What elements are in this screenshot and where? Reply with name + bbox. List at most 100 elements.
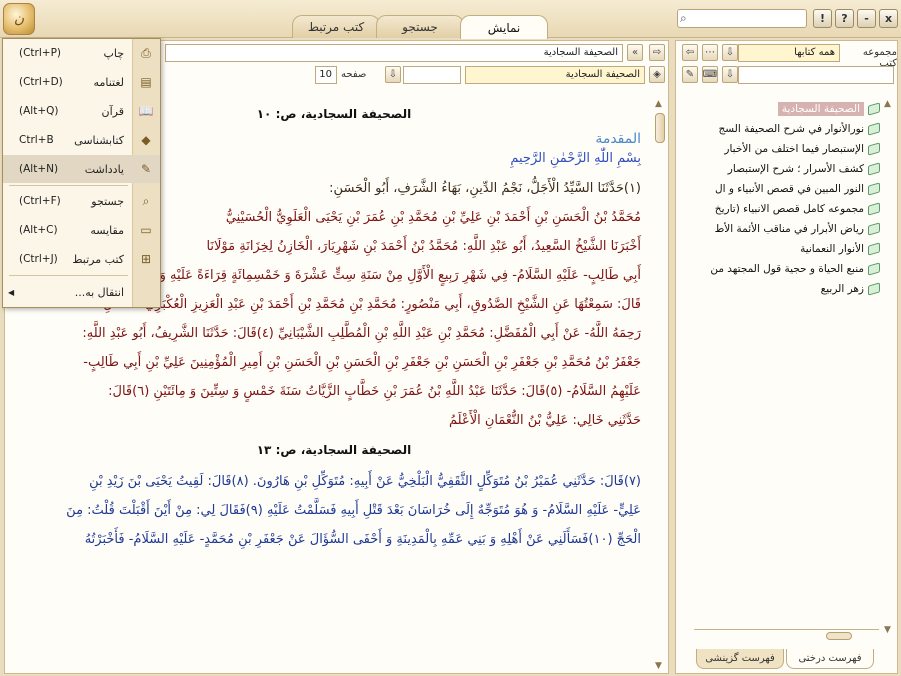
tree-item[interactable]: مجموعه كامل قصص الانبياء (تاريخ <box>680 199 880 219</box>
scroll-thumb[interactable] <box>655 113 665 143</box>
note-icon: ✎ <box>140 162 152 176</box>
bibliography-icon: ◆ <box>141 133 151 147</box>
info-button[interactable]: ! <box>813 9 832 28</box>
text-line: الْحَجِّ (١٠)فَسَأَلَنِي عَنْ أَهْلِهِ و… <box>84 532 641 547</box>
tree-search-input[interactable] <box>738 66 894 84</box>
menu-separator <box>9 275 128 276</box>
text-line: رَحِمَهُ اللَّهُ- عَنْ أَبِي الْمُفَضَّل… <box>82 326 641 341</box>
tree-item[interactable]: زهر الربيع <box>680 279 880 299</box>
menu-label: جستجو <box>91 194 124 208</box>
scroll-down-icon[interactable]: ▼ <box>655 661 662 671</box>
forward-arrow-icon[interactable]: ⇨ <box>649 44 665 61</box>
menu-item-print[interactable]: (Ctrl+P) چاپ ⎙ <box>3 39 160 67</box>
text-line: حَدَّثَنِي خَالِي: عَلِيُّ بْنُ النُّعْم… <box>448 413 641 428</box>
quran-icon: 📖 <box>138 104 154 118</box>
menu-label: لغتنامه <box>93 75 124 89</box>
tree-item[interactable]: منبع الحياة و حجية قول المجتهد من <box>680 259 880 279</box>
page-number-input[interactable]: 10 <box>315 66 337 84</box>
tree-item[interactable]: كشف الأسرار ؛ شرح الإستبصار <box>680 159 880 179</box>
book-icon <box>868 182 880 196</box>
book-icon <box>868 242 880 256</box>
menu-shortcut: (Ctrl+F) <box>19 195 61 207</box>
document-scrollbar[interactable]: ▲ ▼ <box>654 99 666 671</box>
chevron-double-left-icon[interactable]: « <box>627 44 643 61</box>
text-line: جَعْفَرُ بْنُ مُحَمَّدِ بْنِ جَعْفَرِ بْ… <box>83 355 641 370</box>
section-dropdown[interactable] <box>403 66 461 84</box>
menu-item-compare[interactable]: (Alt+C) مقایسه ▭ <box>3 216 160 244</box>
tree-horizontal-scrollbar[interactable] <box>694 629 879 640</box>
tab-selective-index[interactable]: فهرست گزینشی <box>696 649 784 669</box>
book-group-select[interactable]: همه کتابها <box>738 44 840 62</box>
text-line: عَلَيْهِمُ السَّلَامُ- (٥)قَالَ: حَدَّثَ… <box>108 384 641 399</box>
tab-tree-index[interactable]: فهرست درختی <box>786 649 874 669</box>
tag-icon[interactable]: ◈ <box>649 66 665 83</box>
scroll-thumb[interactable] <box>826 632 852 640</box>
main-tabs: کتب مرتبط جستجو نمایش <box>292 15 548 39</box>
window-buttons: ! ? - x <box>813 9 898 28</box>
text-line: عَلِيٍّ- عَلَيْهِ السَّلَامُ- وَ هُوَ مُ… <box>66 503 641 518</box>
tree-item[interactable]: الإستبصار فيما اختلف من الأخبار <box>680 139 880 159</box>
menu-label: کتابشناسی <box>74 133 124 147</box>
book-icon <box>868 162 880 176</box>
context-menu: (Ctrl+P) چاپ ⎙ (Ctrl+D) لغتنامه ▤ (Alt+Q… <box>2 38 161 308</box>
menu-label: قرآن <box>101 104 124 118</box>
close-button[interactable]: x <box>879 9 898 28</box>
page-label: صفحه <box>341 69 367 80</box>
text-line: (٧)قَالَ: حَدَّثَنِي عُمَيْرُ بْنُ مُتَو… <box>89 474 641 489</box>
app-logo-icon[interactable]: ن <box>3 3 35 35</box>
quick-search-input[interactable]: ⌕ <box>677 9 807 28</box>
menu-label: چاپ <box>103 46 124 60</box>
menu-shortcut: (Ctrl+J) <box>19 253 58 265</box>
menu-item-bibliography[interactable]: Ctrl+B کتابشناسی ◆ <box>3 126 160 154</box>
dictionary-icon: ▤ <box>140 75 152 89</box>
menu-label: یادداشت <box>84 162 124 176</box>
side-tabs: فهرست درختی فهرست گزینشی <box>696 649 874 669</box>
tree-item[interactable]: الأنوار النعمانية <box>680 239 880 259</box>
scroll-down-icon[interactable]: ▼ <box>884 625 891 635</box>
book-tree-panel: مجموعه کتب همه کتابها ⇩ ⋯ ⇦ ⇩ ⌨ ✎ الصحيف… <box>675 40 898 674</box>
tree-item[interactable]: رياض الأبرار في مناقب الأئمة الأط <box>680 219 880 239</box>
minimize-button[interactable]: - <box>857 9 876 28</box>
book-icon <box>868 262 880 276</box>
tree-scrollbar[interactable]: ▲ ▼ <box>884 99 894 635</box>
back-arrow-icon[interactable]: ⇦ <box>682 44 698 61</box>
tree-item[interactable]: الصحيفة السجادية <box>680 99 880 119</box>
tree-item[interactable]: نورالأنوار في شرح الصحيفة السج <box>680 119 880 139</box>
more-options-icon[interactable]: ⋯ <box>702 44 718 61</box>
menu-separator <box>9 185 128 186</box>
section-field[interactable]: الصحيفة السجادية <box>465 66 645 84</box>
title-bar: ن کتب مرتبط جستجو نمایش ⌕ ! ? - x <box>0 0 901 39</box>
book-icon <box>868 102 880 116</box>
menu-item-search[interactable]: (Ctrl+F) جستجو ⌕ <box>3 187 160 215</box>
scroll-up-icon[interactable]: ▲ <box>884 99 891 109</box>
tab-display[interactable]: نمایش <box>460 15 548 39</box>
search-icon: ⌕ <box>142 193 150 208</box>
menu-label: مقایسه <box>90 223 124 237</box>
scroll-up-icon[interactable]: ▲ <box>655 99 662 109</box>
menu-item-move-to[interactable]: ◀ انتقال به... <box>3 278 160 306</box>
menu-item-related-books[interactable]: (Ctrl+J) کتب مرتبط ⊞ <box>3 245 160 273</box>
book-tree: الصحيفة السجادية نورالأنوار في شرح الصحي… <box>680 99 880 299</box>
menu-shortcut: (Alt+N) <box>19 163 59 175</box>
tab-search[interactable]: جستجو <box>376 15 464 38</box>
menu-label: انتقال به... <box>74 285 124 299</box>
menu-shortcut: (Alt+Q) <box>19 105 59 117</box>
arrow-down-icon[interactable]: ⇩ <box>385 66 401 83</box>
menu-shortcut: (Alt+C) <box>19 224 58 236</box>
tab-related-books[interactable]: کتب مرتبط <box>292 15 380 38</box>
search-icon: ⌕ <box>680 11 687 25</box>
menu-item-quran[interactable]: (Alt+Q) قرآن 📖 <box>3 97 160 125</box>
menu-shortcut: (Ctrl+D) <box>19 76 63 88</box>
menu-item-note[interactable]: (Alt+N) یادداشت ✎ <box>3 155 160 183</box>
related-books-icon: ⊞ <box>140 252 152 266</box>
page-title: الصحيفة السجادية، ص: ١٣ <box>256 443 412 457</box>
keyboard-icon[interactable]: ⌨ <box>702 66 718 83</box>
tree-item[interactable]: النور المبين في قصص الأنبياء و ال <box>680 179 880 199</box>
arrow-down-icon[interactable]: ⇩ <box>722 66 738 83</box>
help-button[interactable]: ? <box>835 9 854 28</box>
menu-label: کتب مرتبط <box>72 252 124 266</box>
book-title-field[interactable]: الصحيفة السجادية <box>165 44 623 62</box>
menu-item-dictionary[interactable]: (Ctrl+D) لغتنامه ▤ <box>3 68 160 96</box>
arrow-down-icon[interactable]: ⇩ <box>722 44 738 61</box>
wrench-icon[interactable]: ✎ <box>682 66 698 83</box>
